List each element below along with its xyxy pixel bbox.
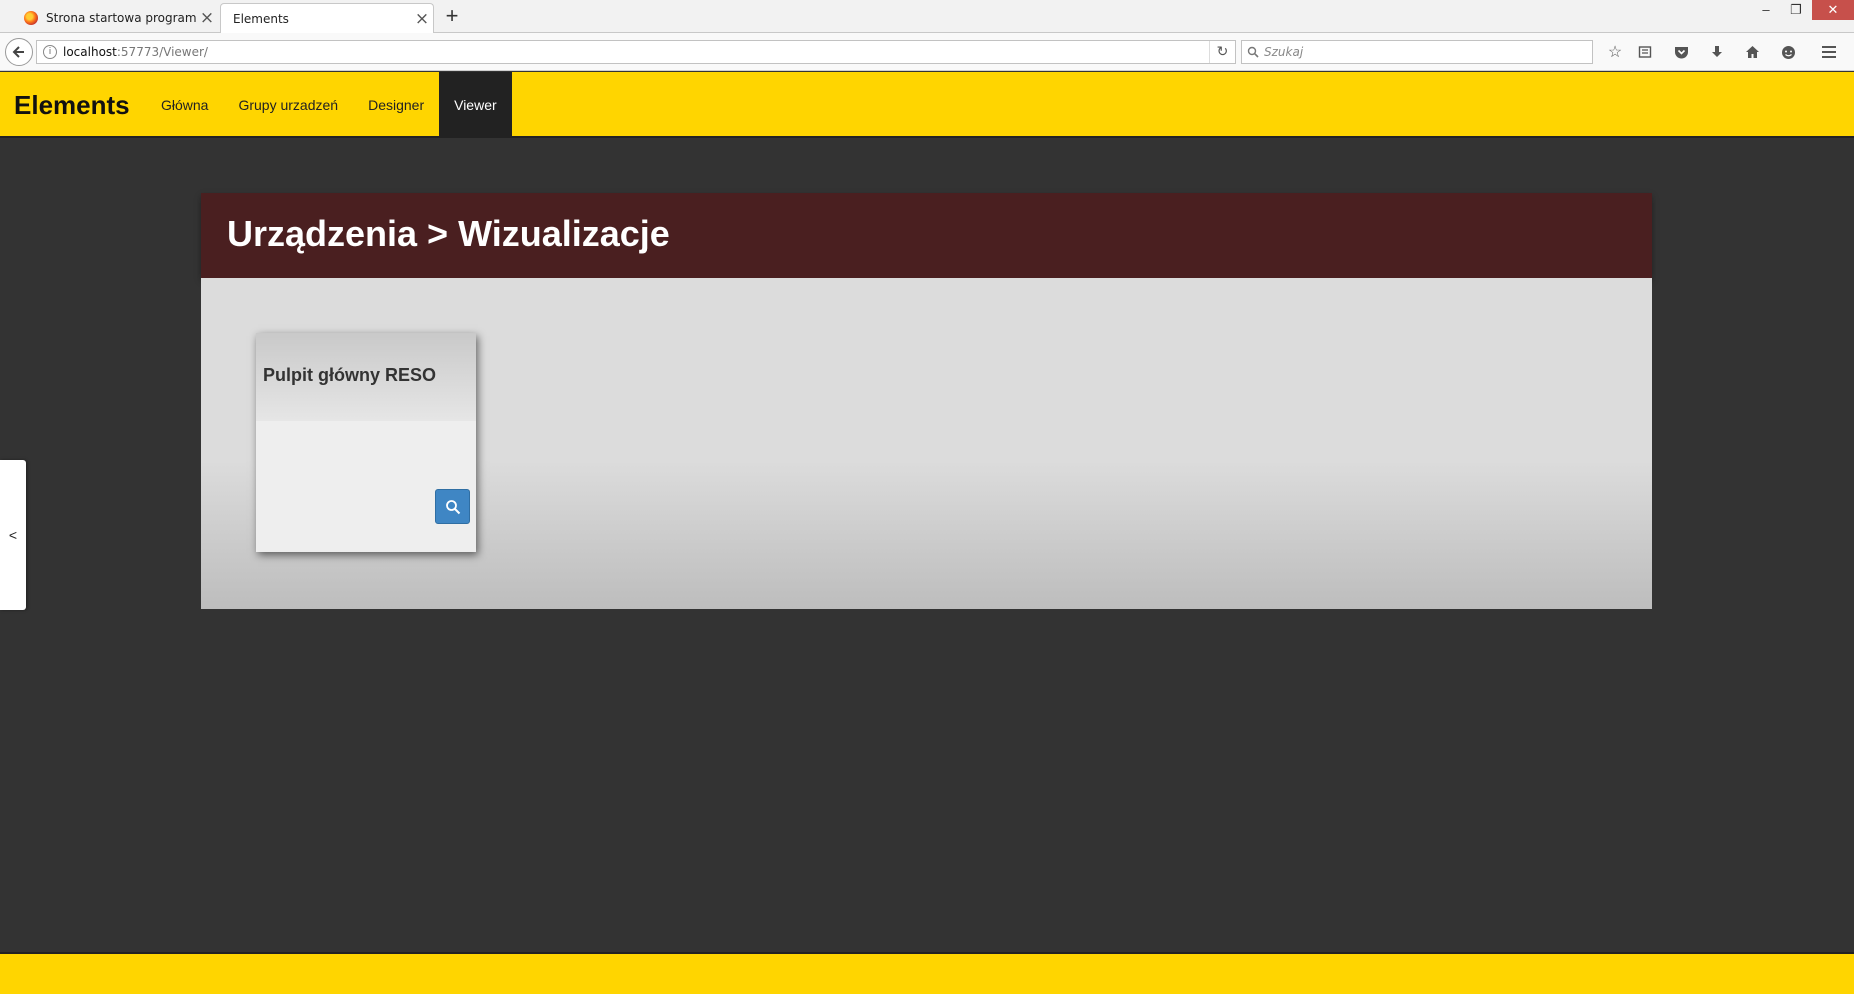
tab-bar: Strona startowa programu... × Elements ×… — [0, 0, 1854, 34]
menu-item-viewer[interactable]: Viewer — [439, 72, 512, 138]
browser-tab-start[interactable]: Strona startowa programu... × — [16, 3, 218, 33]
menu-item-glowna[interactable]: Główna — [146, 72, 223, 138]
tab-label: Strona startowa programu... — [46, 11, 196, 25]
url-host: localhost — [63, 45, 117, 59]
menu-item-designer[interactable]: Designer — [353, 72, 439, 138]
brand-logo[interactable]: Elements — [14, 90, 130, 121]
panel-body: Pulpit główny RESO — [201, 278, 1652, 609]
browser-tab-elements[interactable]: Elements × — [220, 3, 434, 34]
address-bar[interactable]: i localhost:57773/Viewer/ ↻ — [36, 40, 1236, 64]
menu-hamburger-icon[interactable] — [1818, 41, 1840, 63]
close-tab-icon[interactable]: × — [411, 9, 433, 29]
new-tab-button[interactable]: + — [440, 4, 464, 28]
back-button[interactable] — [5, 38, 33, 66]
reload-icon[interactable]: ↻ — [1209, 41, 1235, 63]
chat-icon[interactable] — [1777, 41, 1799, 63]
visualizations-panel: Urządzenia > Wizualizacje Pulpit główny … — [201, 193, 1652, 609]
navigation-toolbar: i localhost:57773/Viewer/ ↻ Szukaj ☆ — [0, 33, 1854, 71]
card-title: Pulpit główny RESO — [263, 365, 437, 385]
browser-window: Strona startowa programu... × Elements ×… — [0, 0, 1854, 994]
maximize-button[interactable]: ❐ — [1782, 0, 1810, 20]
back-arrow-icon — [12, 46, 24, 58]
pocket-icon[interactable] — [1670, 41, 1692, 63]
open-visualization-button[interactable] — [435, 489, 470, 524]
main-menu: Główna Grupy urzadzeń Designer Viewer — [146, 72, 512, 138]
firefox-icon — [24, 11, 38, 25]
tab-label: Elements — [233, 12, 289, 26]
bookmarks-list-icon[interactable] — [1634, 41, 1656, 63]
visualization-card[interactable]: Pulpit główny RESO — [256, 333, 476, 552]
site-footer — [0, 952, 1854, 994]
menu-item-grupy-urzadzen[interactable]: Grupy urzadzeń — [223, 72, 353, 138]
url-path: :57773/Viewer/ — [116, 45, 208, 59]
panel-header: Urządzenia > Wizualizacje — [201, 193, 1652, 278]
site-header: Elements Główna Grupy urzadzeń Designer … — [0, 72, 1854, 138]
download-icon[interactable] — [1706, 41, 1728, 63]
search-icon — [445, 499, 460, 514]
search-input[interactable]: Szukaj — [1241, 40, 1593, 64]
home-icon[interactable] — [1741, 41, 1763, 63]
minimize-button[interactable]: – — [1752, 0, 1780, 20]
close-window-button[interactable]: ✕ — [1812, 0, 1854, 20]
search-icon — [1242, 46, 1264, 58]
site-info-icon[interactable]: i — [43, 45, 57, 59]
search-placeholder: Szukaj — [1264, 45, 1304, 59]
bookmark-star-icon[interactable]: ☆ — [1604, 41, 1626, 63]
card-header: Pulpit główny RESO — [256, 333, 476, 421]
side-panel-toggle[interactable]: < — [0, 460, 26, 610]
close-tab-icon[interactable]: × — [196, 8, 218, 28]
page-title: Urządzenia > Wizualizacje — [227, 213, 670, 254]
